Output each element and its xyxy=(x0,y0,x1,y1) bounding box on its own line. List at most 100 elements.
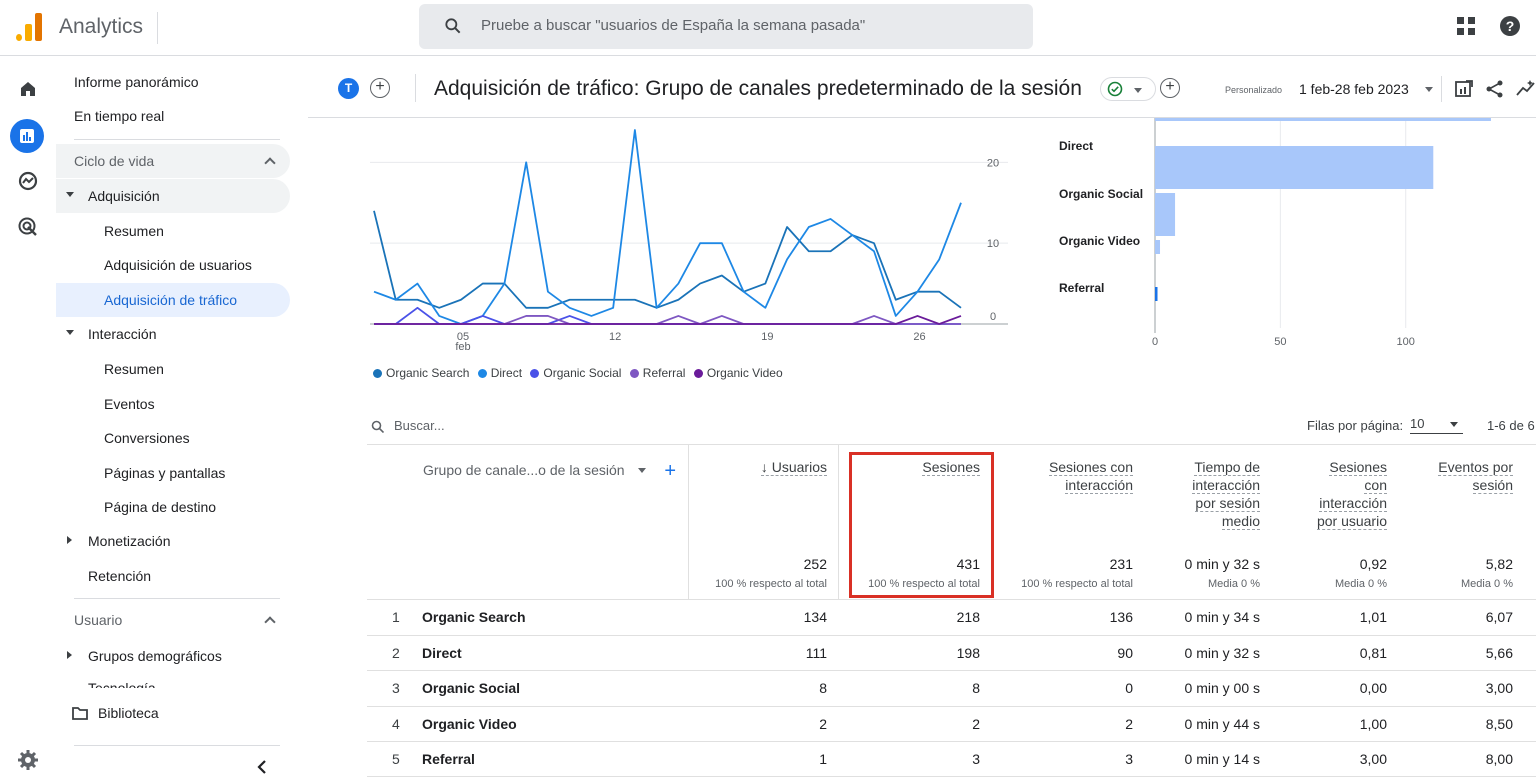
add-comparison-icon[interactable]: + xyxy=(370,78,390,98)
sidebar-item-acq-summary[interactable]: Resumen xyxy=(56,214,290,248)
table-search-input[interactable]: Buscar... xyxy=(394,418,445,433)
sidebar-item-events[interactable]: Eventos xyxy=(56,387,290,421)
cell-engaged-per-user: 3,00 xyxy=(1359,751,1387,767)
sidebar-item-tech[interactable]: Tecnología xyxy=(56,676,290,688)
total-subtext: Media 0 % xyxy=(1208,578,1260,590)
sidebar-item-conversions[interactable]: Conversiones xyxy=(56,421,290,455)
customize-report-icon[interactable] xyxy=(1454,79,1474,99)
divider xyxy=(415,74,416,102)
row-rank: 1 xyxy=(392,609,400,625)
column-header-users[interactable]: ↓ Usuarios xyxy=(688,458,827,476)
sidebar-item-landing-page[interactable]: Página de destino xyxy=(56,490,290,524)
row-rank: 5 xyxy=(392,751,400,767)
table-row[interactable]: 3 Organic Social 8 8 0 0 min y 00 s 0,00… xyxy=(367,670,1536,705)
legend-dot xyxy=(693,369,703,378)
row-channel-name[interactable]: Organic Video xyxy=(422,716,517,732)
add-dimension-button[interactable]: + xyxy=(664,460,676,482)
home-icon[interactable] xyxy=(17,78,39,100)
legend-label: Referral xyxy=(642,366,686,380)
total-avg-engagement-time: 0 min y 32 s xyxy=(1184,556,1260,572)
sidebar-item-engagement[interactable]: Interacción xyxy=(56,317,290,351)
legend-item[interactable]: Direct xyxy=(477,366,522,380)
cell-engaged-per-user: 1,01 xyxy=(1359,609,1387,625)
apps-grid-icon[interactable] xyxy=(1457,17,1475,35)
add-filter-icon[interactable]: + xyxy=(1160,78,1180,98)
sidebar-item-label: Adquisición xyxy=(88,188,160,204)
legend-item[interactable]: Organic Social xyxy=(530,366,621,380)
row-channel-name[interactable]: Organic Social xyxy=(422,680,520,696)
bar-organic-video xyxy=(1155,240,1161,254)
row-rank: 4 xyxy=(392,716,400,732)
sidebar-item-pages-screens[interactable]: Páginas y pantallas xyxy=(56,456,290,490)
rows-per-page-select[interactable]: 10 xyxy=(1410,416,1463,434)
sidebar-item-monetization[interactable]: Monetización xyxy=(56,524,290,558)
share-icon[interactable] xyxy=(1485,79,1505,99)
collapse-chevron-icon[interactable] xyxy=(256,760,268,774)
date-range-picker[interactable]: 1 feb-28 feb 2023 xyxy=(1299,81,1409,97)
rows-per-page-value: 10 xyxy=(1410,416,1425,431)
settings-gear-icon[interactable] xyxy=(17,749,39,771)
bar-chart: 0 50 100 Direct Organic Social Organic Video R… xyxy=(1059,118,1491,348)
total-engaged-sessions: 231 xyxy=(1109,556,1133,572)
y-tick-label: 20 xyxy=(987,157,999,169)
analytics-logo-icon[interactable] xyxy=(16,13,42,41)
x-tick-label: 0 xyxy=(1152,336,1158,348)
divider xyxy=(74,745,280,746)
dimension-header[interactable]: Grupo de canale...o de la sesión + xyxy=(423,458,676,482)
bar-organic-search xyxy=(1155,118,1491,121)
divider xyxy=(367,444,1536,445)
sidebar-item-library[interactable]: Biblioteca xyxy=(56,696,290,730)
row-channel-name[interactable]: Organic Search xyxy=(422,609,526,625)
report-status-chip[interactable] xyxy=(1100,77,1156,101)
legend-item[interactable]: Referral xyxy=(629,366,686,380)
divider xyxy=(157,12,158,44)
caret-right-icon xyxy=(67,651,72,659)
cell-avg-engagement-time: 0 min y 44 s xyxy=(1184,716,1260,732)
comparison-avatar[interactable]: T xyxy=(338,78,359,99)
divider xyxy=(1441,76,1442,102)
sidebar-item-user-acquisition[interactable]: Adquisición de usuarios xyxy=(56,248,290,282)
column-header-engaged-per-user[interactable]: Sesiones con interacción por usuario xyxy=(1268,458,1387,530)
search-bar[interactable]: Pruebe a buscar "usuarios de España la s… xyxy=(419,4,1033,49)
cell-users: 8 xyxy=(819,680,827,696)
sidebar-item-eng-summary[interactable]: Resumen xyxy=(56,352,290,386)
column-header-avg-engagement-time[interactable]: Tiempo de interacción por sesión medio xyxy=(1148,458,1260,530)
legend-label: Organic Social xyxy=(543,366,622,380)
table-row[interactable]: 2 Direct 111 198 90 0 min y 32 s 0,81 5,… xyxy=(367,635,1536,670)
sidebar-item-overview[interactable]: Informe panorámico xyxy=(56,65,290,99)
sidebar-item-demographics[interactable]: Grupos demográficos xyxy=(56,639,290,673)
rows-per-page-label: Filas por página: xyxy=(1307,418,1404,433)
sidebar-item-realtime[interactable]: En tiempo real xyxy=(56,99,290,133)
column-header-events-per-session[interactable]: Eventos por sesión xyxy=(1398,458,1513,494)
category-label: Organic Video xyxy=(1059,234,1140,248)
help-icon[interactable]: ? xyxy=(1499,15,1521,37)
section-lifecycle[interactable]: Ciclo de vida xyxy=(56,144,290,178)
table-row[interactable]: 5 Referral 1 3 3 0 min y 14 s 3,00 8,00 xyxy=(367,741,1536,776)
sidebar-item-traffic-acquisition[interactable]: Adquisición de tráfico xyxy=(56,283,290,317)
insights-icon[interactable] xyxy=(1516,79,1536,99)
row-channel-name[interactable]: Referral xyxy=(422,751,475,767)
advertising-icon[interactable] xyxy=(17,216,39,238)
chevron-down-icon[interactable] xyxy=(1425,87,1433,92)
chevron-up-icon xyxy=(264,616,276,628)
report-content: 0 10 20 05 feb 12 19 26 0 50 100 Direct Organic Soc… xyxy=(308,118,1536,780)
sidebar-item-retention[interactable]: Retención xyxy=(56,559,290,593)
caret-down-icon xyxy=(66,330,74,335)
cell-sessions: 218 xyxy=(956,609,980,625)
table-row[interactable]: 4 Organic Video 2 2 2 0 min y 44 s 1,00 … xyxy=(367,706,1536,741)
legend-item[interactable]: Organic Video xyxy=(693,366,783,380)
row-channel-name[interactable]: Direct xyxy=(422,645,462,661)
cell-users: 134 xyxy=(803,609,827,625)
search-input[interactable]: Pruebe a buscar "usuarios de España la s… xyxy=(481,17,865,34)
legend-item[interactable]: Organic Search xyxy=(373,366,469,380)
reports-icon[interactable] xyxy=(10,119,44,153)
column-header-engaged-sessions[interactable]: Sesiones con interacción xyxy=(998,458,1133,494)
section-user[interactable]: Usuario xyxy=(56,603,290,637)
explore-icon[interactable] xyxy=(17,170,39,192)
x-tick-label: 12 xyxy=(609,331,621,343)
cell-avg-engagement-time: 0 min y 34 s xyxy=(1184,609,1260,625)
table-row[interactable]: 1 Organic Search 134 218 136 0 min y 34 … xyxy=(367,599,1536,634)
sidebar-item-acquisition[interactable]: Adquisición xyxy=(56,179,290,213)
chevron-down-icon xyxy=(1134,88,1142,93)
cell-engaged-per-user: 0,00 xyxy=(1359,680,1387,696)
